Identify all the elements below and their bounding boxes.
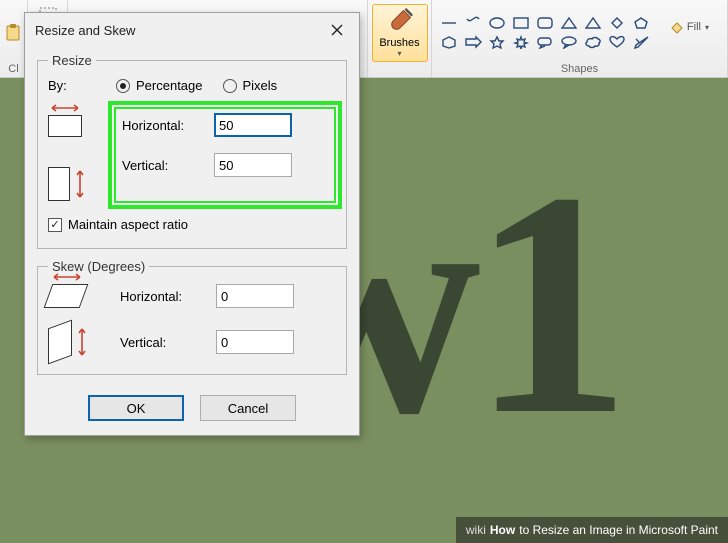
brush-icon [386, 7, 414, 35]
dialog-titlebar: Resize and Skew [25, 13, 359, 47]
resize-horizontal-label: Horizontal: [122, 118, 202, 133]
resize-horizontal-graphic [48, 107, 104, 145]
checkbox-checked-icon: ✓ [48, 218, 62, 232]
brushes-label: Brushes [379, 37, 419, 49]
resize-group: Resize By: Percentage Pixels [37, 53, 347, 249]
arrow-horizontal-icon [52, 272, 82, 282]
image-caption: wikiHow to Resize an Image in Microsoft … [456, 517, 728, 543]
close-button[interactable] [323, 19, 351, 41]
close-icon [331, 24, 343, 36]
shapes-gallery[interactable] [438, 14, 652, 51]
resize-horizontal-input[interactable] [214, 113, 292, 137]
resize-vertical-input[interactable] [214, 153, 292, 177]
skew-group: Skew (Degrees) Horizontal: Vertical: [37, 259, 347, 375]
resize-vertical-graphic [48, 165, 104, 203]
fill-dropdown[interactable]: Fill ▾ [669, 20, 709, 34]
skew-horizontal-label: Horizontal: [120, 289, 200, 304]
chevron-down-icon: ▾ [397, 49, 401, 58]
brushes-button[interactable]: Brushes ▾ [372, 4, 428, 62]
skew-vertical-input[interactable] [216, 330, 294, 354]
resize-legend: Resize [48, 53, 96, 68]
arrow-horizontal-icon [50, 103, 80, 113]
skew-vertical-graphic [48, 324, 104, 360]
radio-icon [223, 79, 237, 93]
paste-button[interactable] [2, 21, 26, 45]
clipboard-panel-label: Cl [8, 63, 18, 77]
ok-button[interactable]: OK [88, 395, 184, 421]
resize-and-skew-dialog: Resize and Skew Resize By: Percentage Pi… [24, 12, 360, 436]
percentage-radio[interactable]: Percentage [116, 78, 203, 93]
resize-vertical-label: Vertical: [122, 158, 202, 173]
shapes-panel-label: Shapes [561, 63, 598, 77]
dialog-title: Resize and Skew [35, 23, 135, 38]
radio-icon-checked [116, 79, 130, 93]
cancel-button[interactable]: Cancel [200, 395, 296, 421]
chevron-down-icon: ▾ [705, 23, 709, 32]
maintain-aspect-checkbox[interactable]: ✓ Maintain aspect ratio [48, 217, 336, 232]
skew-vertical-label: Vertical: [120, 335, 200, 350]
bucket-icon [669, 20, 683, 34]
resize-by-label: By: [48, 78, 96, 93]
resize-fields-highlight: Horizontal: Vertical: [114, 107, 336, 203]
arrow-vertical-icon [75, 169, 85, 199]
pixels-radio[interactable]: Pixels [223, 78, 278, 93]
skew-horizontal-graphic [48, 284, 104, 308]
skew-horizontal-input[interactable] [216, 284, 294, 308]
arrow-vertical-icon [77, 327, 87, 357]
